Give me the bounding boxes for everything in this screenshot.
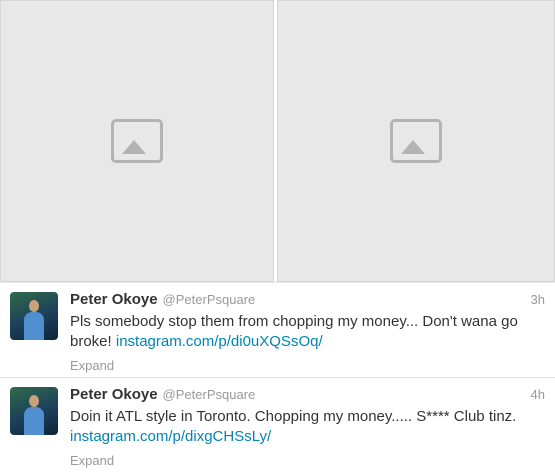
image-icon <box>390 119 442 163</box>
author-name[interactable]: Peter Okoye <box>70 386 158 404</box>
tweet[interactable]: Peter Okoye @PeterPsquare 4h Doin it ATL… <box>0 377 555 472</box>
tweet-text: Pls somebody stop them from chopping my … <box>70 312 545 352</box>
tweet-text: Doin it ATL style in Toronto. Chopping m… <box>70 407 545 447</box>
tweet-timestamp[interactable]: 4h <box>531 386 545 404</box>
expand-link[interactable]: Expand <box>70 358 545 373</box>
photo-placeholder-right <box>277 0 555 282</box>
media-strip <box>0 0 555 282</box>
author-name[interactable]: Peter Okoye <box>70 291 158 309</box>
author-handle[interactable]: @PeterPsquare <box>163 386 256 404</box>
expand-link[interactable]: Expand <box>70 453 545 468</box>
tweet[interactable]: Peter Okoye @PeterPsquare 3h Pls somebod… <box>0 282 555 377</box>
author-handle[interactable]: @PeterPsquare <box>163 291 256 309</box>
image-icon <box>111 119 163 163</box>
avatar[interactable] <box>10 292 58 340</box>
tweet-link[interactable]: instagram.com/p/dixgCHSsLy/ <box>70 428 271 445</box>
tweet-link[interactable]: instagram.com/p/di0uXQSsOq/ <box>116 333 323 350</box>
photo-placeholder-left <box>0 0 274 282</box>
tweet-body: Doin it ATL style in Toronto. Chopping m… <box>70 408 517 425</box>
tweet-timestamp[interactable]: 3h <box>531 291 545 309</box>
avatar[interactable] <box>10 387 58 435</box>
